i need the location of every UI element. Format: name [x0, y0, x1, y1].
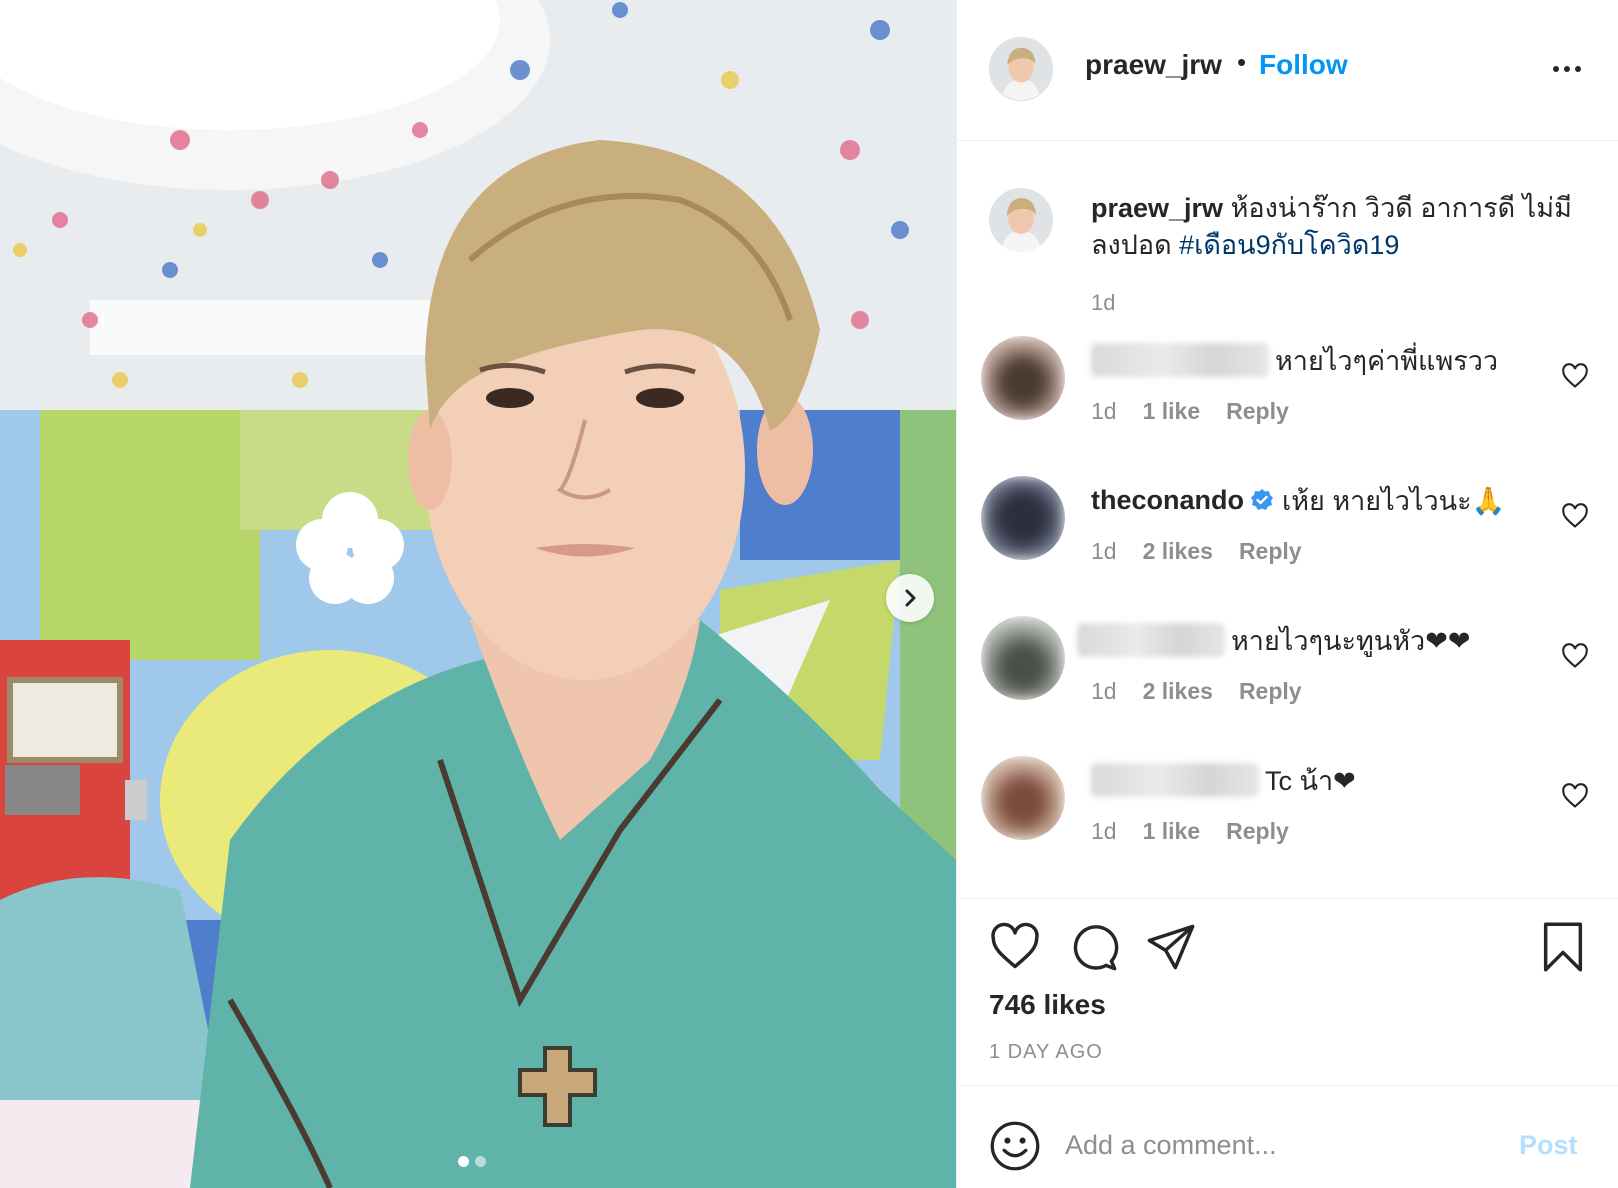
comment-time[interactable]: 1d	[1091, 398, 1117, 425]
reply-button[interactable]: Reply	[1226, 398, 1289, 425]
verified-badge-icon	[1251, 489, 1273, 510]
instagram-post: praew_jrw • Follow praew_jrw ห้องน่าร๊าก…	[0, 0, 1618, 1188]
carousel-dot-active	[458, 1156, 469, 1167]
next-photo-button[interactable]	[886, 574, 934, 622]
chevron-right-icon	[905, 589, 916, 607]
comment-meta: 1d 2 likes Reply	[1091, 678, 1302, 705]
selfie-photo	[0, 0, 956, 1188]
caption-avatar[interactable]	[989, 188, 1053, 252]
post-photo[interactable]	[0, 0, 956, 1188]
commenter-avatar[interactable]	[981, 476, 1065, 560]
comment-line: Tc น้า❤	[1091, 760, 1356, 800]
comment-likes[interactable]: 2 likes	[1143, 678, 1213, 705]
more-options-icon[interactable]	[1547, 52, 1587, 86]
follow-button[interactable]: Follow	[1259, 49, 1348, 81]
post-comment-button[interactable]: Post	[1519, 1130, 1578, 1161]
comment-text: Tc น้า❤	[1265, 765, 1356, 796]
comment-input[interactable]	[1065, 1122, 1495, 1168]
carousel-indicator	[458, 1156, 486, 1167]
avatar[interactable]	[989, 37, 1053, 101]
comment-meta: 1d 2 likes Reply	[1091, 538, 1302, 565]
heart-icon[interactable]	[1561, 502, 1589, 530]
action-bar: 746 likes 1 DAY AGO	[957, 898, 1618, 1083]
comment-username[interactable]: theconando	[1091, 485, 1244, 516]
reply-button[interactable]: Reply	[1239, 678, 1302, 705]
comment-text: หายไวๆนะทูนหัว❤❤	[1231, 625, 1471, 656]
comment-line: หายไวๆค่าพี่แพรวว	[1091, 340, 1498, 380]
comment-text: หายไวๆค่าพี่แพรวว	[1275, 345, 1499, 376]
comment-meta: 1d 1 like Reply	[1091, 398, 1289, 425]
post-header: praew_jrw • Follow	[957, 0, 1618, 141]
blurred-username[interactable]	[1077, 623, 1225, 657]
comment: Tc น้า❤ 1d 1 like Reply	[957, 756, 1618, 876]
post-author-username[interactable]: praew_jrw	[1085, 49, 1222, 81]
bookmark-icon[interactable]	[1537, 921, 1589, 973]
comment-line: หายไวๆนะทูนหัว❤❤	[1077, 620, 1470, 660]
comment-time[interactable]: 1d	[1091, 678, 1117, 705]
heart-icon[interactable]	[1561, 642, 1589, 670]
post-caption: praew_jrw ห้องน่าร๊าก วิวดี อาการดี ไม่ม…	[1091, 190, 1601, 264]
comment-meta: 1d 1 like Reply	[1091, 818, 1289, 845]
commenter-avatar[interactable]	[981, 756, 1065, 840]
blurred-username[interactable]	[1091, 343, 1269, 377]
share-icon[interactable]	[1145, 921, 1197, 973]
comment-time[interactable]: 1d	[1091, 538, 1117, 565]
comment-time[interactable]: 1d	[1091, 818, 1117, 845]
comment-text: เห้ย หายไวไวนะ🙏	[1282, 485, 1506, 516]
comment-icon[interactable]	[1067, 921, 1119, 973]
separator-dot: •	[1237, 47, 1247, 77]
comment-line: theconando เห้ย หายไวไวนะ🙏	[1091, 480, 1505, 520]
comment: หายไวๆนะทูนหัว❤❤ 1d 2 likes Reply	[957, 616, 1618, 736]
heart-icon[interactable]	[1561, 362, 1589, 390]
post-date[interactable]: 1 DAY AGO	[989, 1041, 1103, 1064]
reply-button[interactable]: Reply	[1226, 818, 1289, 845]
commenter-avatar[interactable]	[981, 336, 1065, 420]
comment: หายไวๆค่าพี่แพรวว 1d 1 like Reply	[957, 336, 1618, 456]
comment: theconando เห้ย หายไวไวนะ🙏 1d 2 likes Re…	[957, 476, 1618, 596]
like-heart-icon[interactable]	[989, 921, 1041, 973]
caption-username[interactable]: praew_jrw	[1091, 193, 1223, 223]
add-comment-bar: Post	[957, 1085, 1618, 1188]
blurred-username[interactable]	[1091, 763, 1259, 797]
likes-count[interactable]: 746 likes	[989, 989, 1106, 1021]
caption-hashtag[interactable]: #เดือน9กับโควิด19	[1179, 230, 1399, 260]
commenter-avatar[interactable]	[981, 616, 1065, 700]
profile-picture	[989, 188, 1053, 252]
comment-likes[interactable]: 1 like	[1143, 818, 1201, 845]
comment-likes[interactable]: 1 like	[1143, 398, 1201, 425]
heart-icon[interactable]	[1561, 782, 1589, 810]
caption-timestamp[interactable]: 1d	[1091, 290, 1115, 316]
profile-picture	[990, 38, 1052, 100]
post-details-panel: praew_jrw • Follow praew_jrw ห้องน่าร๊าก…	[956, 0, 1618, 1188]
carousel-dot	[475, 1156, 486, 1167]
reply-button[interactable]: Reply	[1239, 538, 1302, 565]
comment-likes[interactable]: 2 likes	[1143, 538, 1213, 565]
emoji-icon[interactable]	[989, 1120, 1041, 1172]
